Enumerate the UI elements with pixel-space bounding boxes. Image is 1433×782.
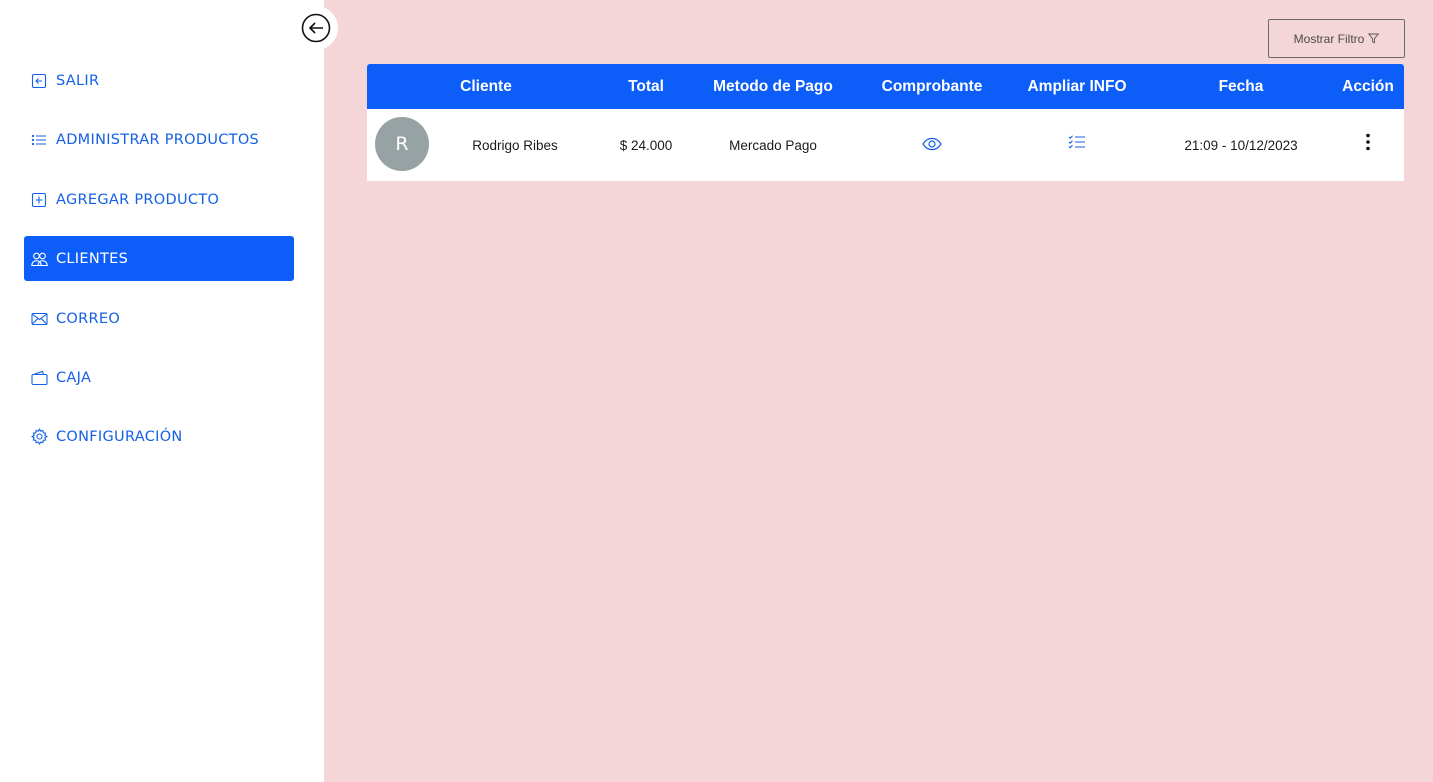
sidebar-item-label: CORREO	[56, 310, 121, 327]
cell-cliente: Rodrigo Ribes	[472, 137, 558, 153]
sidebar-item-label: AGREGAR PRODUCTO	[56, 191, 220, 208]
three-dots-vertical-icon	[1365, 133, 1371, 154]
header-ampliar-info: Ampliar INFO	[1027, 77, 1127, 95]
sidebar-item-label: CLIENTES	[56, 250, 129, 267]
sidebar-item-label: CONFIGURACIÓN	[56, 428, 183, 445]
app: SALIR ADMINISTRAR PRODUCTOS AGREGAR PROD…	[0, 0, 1433, 782]
sidebar: SALIR ADMINISTRAR PRODUCTOS AGREGAR PROD…	[0, 0, 324, 782]
header-accion: Acción	[1342, 77, 1394, 95]
cell-fecha: 21:09 - 10/12/2023	[1184, 137, 1298, 153]
header-comprobante: Comprobante	[881, 77, 983, 95]
table-row: R Rodrigo Ribes $ 24.000 Mercado Pago 21…	[367, 109, 1404, 181]
eye-icon	[922, 137, 942, 154]
sidebar-item-label: ADMINISTRAR PRODUCTOS	[56, 131, 260, 148]
arrow-left-circle-icon	[301, 13, 331, 43]
cell-total: $ 24.000	[619, 137, 673, 153]
collapse-sidebar-button[interactable]	[294, 6, 338, 50]
filter-button-label: Mostrar Filtro	[1293, 31, 1365, 46]
sidebar-item-clientes[interactable]: CLIENTES	[24, 236, 294, 281]
table-header: Cliente Total Metodo de Pago Comprobante…	[367, 64, 1404, 109]
sidebar-item-agregar-producto[interactable]: AGREGAR PRODUCTO	[24, 177, 294, 222]
show-filter-button[interactable]: Mostrar Filtro	[1268, 19, 1405, 58]
row-actions-button[interactable]	[1353, 109, 1383, 177]
view-receipt-button[interactable]	[912, 109, 952, 181]
header-fecha: Fecha	[1218, 77, 1264, 95]
sidebar-item-label: SALIR	[56, 72, 100, 89]
expand-info-button[interactable]	[1057, 109, 1097, 177]
gear-icon	[30, 428, 48, 446]
avatar: R	[375, 117, 429, 171]
list-icon	[30, 131, 48, 149]
cell-metodo-pago: Mercado Pago	[729, 137, 817, 153]
header-cliente: Cliente	[460, 77, 512, 95]
sidebar-item-caja[interactable]: CAJA	[24, 355, 294, 400]
plus-square-icon	[30, 191, 48, 209]
people-icon	[30, 250, 48, 268]
sidebar-item-correo[interactable]: CORREO	[24, 296, 294, 341]
header-total: Total	[628, 77, 664, 95]
sidebar-item-configuracion[interactable]: CONFIGURACIÓN	[24, 414, 294, 459]
wallet-icon	[30, 369, 48, 387]
list-check-icon	[1068, 134, 1086, 153]
box-arrow-left-icon	[30, 72, 48, 90]
clients-table: Cliente Total Metodo de Pago Comprobante…	[367, 64, 1404, 181]
sidebar-item-administrar-productos[interactable]: ADMINISTRAR PRODUCTOS	[24, 117, 294, 162]
sidebar-item-salir[interactable]: SALIR	[24, 58, 294, 103]
envelope-icon	[30, 310, 48, 328]
funnel-icon	[1368, 33, 1380, 44]
header-metodo-pago: Metodo de Pago	[713, 77, 833, 95]
sidebar-item-label: CAJA	[56, 369, 92, 386]
